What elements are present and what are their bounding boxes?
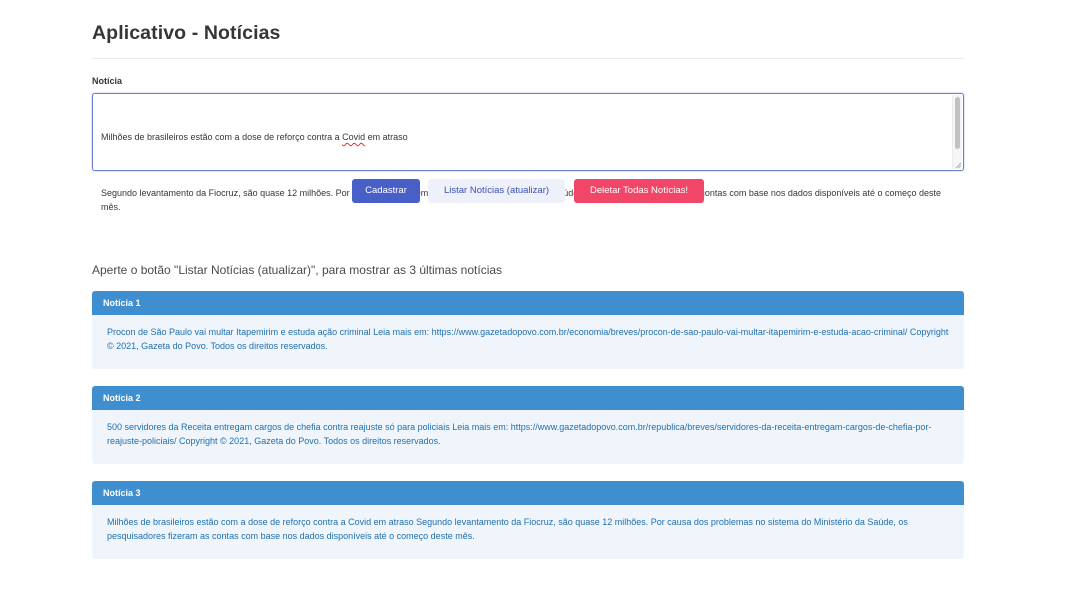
news-card: Notícia 2 500 servidores da Receita entr… [92, 386, 964, 464]
news-card-header: Notícia 2 [92, 386, 964, 410]
news-card-body: Procon de São Paulo vai multar Itapemiri… [92, 315, 964, 369]
noticia-textarea[interactable]: Milhões de brasileiros estão com a dose … [92, 93, 964, 212]
news-card-header: Notícia 1 [92, 291, 964, 315]
news-card-body: 500 servidores da Receita entregam cargo… [92, 410, 964, 464]
noticia-field-label: Notícia [92, 76, 123, 86]
page-title: Aplicativo - Notícias [92, 22, 281, 44]
news-card: Notícia 3 Milhões de brasileiros estão c… [92, 481, 964, 559]
deletar-todas-button[interactable]: Deletar Todas Notícias! [574, 179, 704, 203]
spellcheck-word: Covid [342, 132, 366, 142]
textarea-content[interactable]: Milhões de brasileiros estão com a dose … [101, 102, 945, 242]
resize-grip-icon[interactable] [955, 162, 962, 169]
textarea-line-1-start: Milhões de brasileiros estão com a dose … [101, 132, 343, 142]
textarea-line-1: Milhões de brasileiros estão com a dose … [101, 130, 945, 144]
scrollbar-thumb[interactable] [955, 97, 960, 149]
title-divider [92, 58, 964, 59]
cadastrar-button[interactable]: Cadastrar [352, 179, 420, 203]
textarea-scrollbar[interactable] [952, 95, 962, 169]
news-card-header: Notícia 3 [92, 481, 964, 505]
news-card-body: Milhões de brasileiros estão com a dose … [92, 505, 964, 559]
textarea-line-1-end: em atraso [365, 132, 408, 142]
news-card: Notícia 1 Procon de São Paulo vai multar… [92, 291, 964, 369]
instruction-text: Aperte o botão "Listar Notícias (atualiz… [92, 263, 503, 277]
listar-noticias-button[interactable]: Listar Notícias (atualizar) [428, 179, 565, 203]
